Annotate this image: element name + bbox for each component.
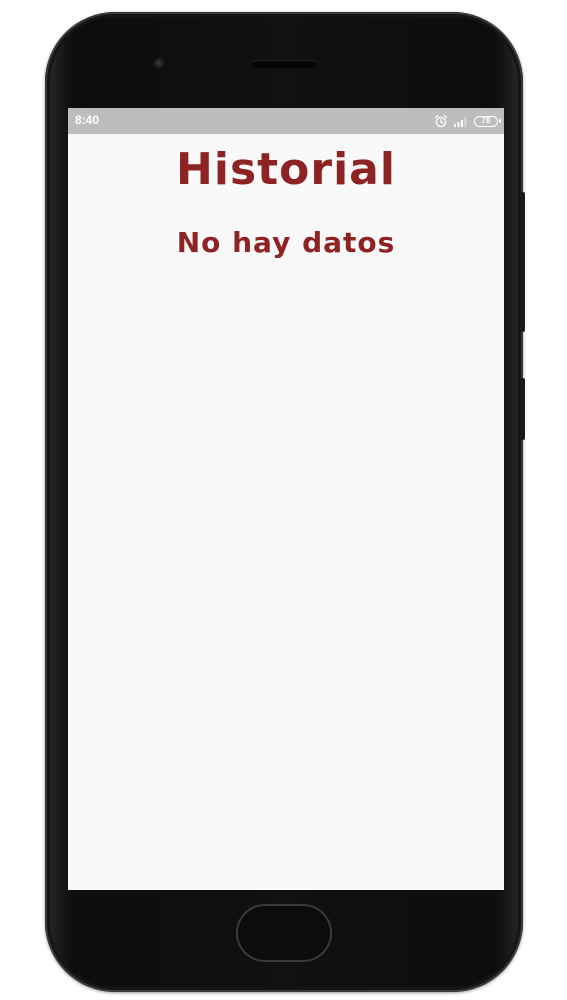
status-bar: 8:40 78: [68, 108, 504, 134]
signal-icon: [453, 115, 469, 127]
front-camera: [154, 58, 166, 70]
empty-state-message: No hay datos: [176, 226, 396, 259]
page-title: Historial: [176, 144, 396, 195]
alarm-icon: [434, 114, 448, 128]
volume-button: [520, 378, 525, 440]
status-time: 8:40: [75, 113, 100, 127]
battery-level: 78: [481, 116, 491, 125]
power-button: [520, 192, 525, 332]
earpiece-speaker: [252, 60, 316, 68]
status-icons: 78: [434, 112, 501, 130]
home-button[interactable]: [236, 904, 332, 962]
page: 8:40 78 Historial No hay datos: [0, 0, 567, 1000]
battery-icon: 78: [474, 115, 501, 127]
app-screen: 8:40 78 Historial No hay datos: [68, 108, 504, 890]
